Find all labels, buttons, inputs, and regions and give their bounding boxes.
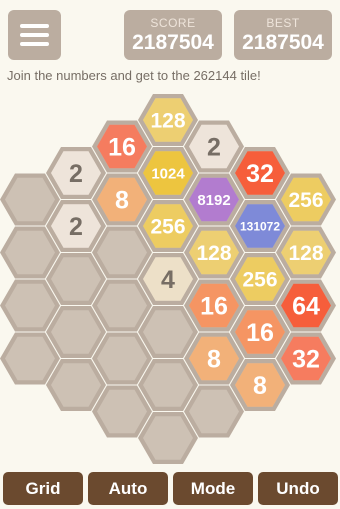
tile-value: 256	[242, 269, 277, 292]
tile-value: 1024	[151, 165, 185, 182]
tile-value: 256	[150, 216, 185, 239]
tile-value: 8	[207, 346, 221, 374]
auto-button[interactable]: Auto	[88, 472, 168, 505]
tile-value: 8	[253, 372, 267, 400]
game-board: 128 2 16 2 1024 32 8 8192 256 2 256 131072 128 128 4 25…	[0, 94, 336, 464]
tile-value: 2	[69, 160, 83, 188]
tile-value: 128	[288, 242, 323, 265]
tile-value: 2	[207, 134, 221, 162]
tile-value: 2	[69, 213, 83, 241]
tile-value: 128	[150, 110, 185, 133]
tile-value: 8192	[197, 192, 230, 209]
tile-value: 256	[288, 189, 323, 212]
tile-value: 8	[115, 187, 129, 215]
tile-value: 16	[246, 319, 274, 347]
grid-button[interactable]: Grid	[3, 472, 83, 505]
tile-value: 64	[292, 293, 320, 321]
tile-value: 32	[292, 346, 320, 374]
tile-value: 16	[108, 134, 136, 162]
tile-value: 131072	[240, 219, 280, 233]
tile-value: 32	[246, 160, 274, 188]
tile-value: 128	[196, 242, 231, 265]
undo-button[interactable]: Undo	[258, 472, 338, 505]
tile-value: 16	[200, 293, 228, 321]
tile-value: 4	[161, 266, 175, 294]
mode-button[interactable]: Mode	[173, 472, 253, 505]
